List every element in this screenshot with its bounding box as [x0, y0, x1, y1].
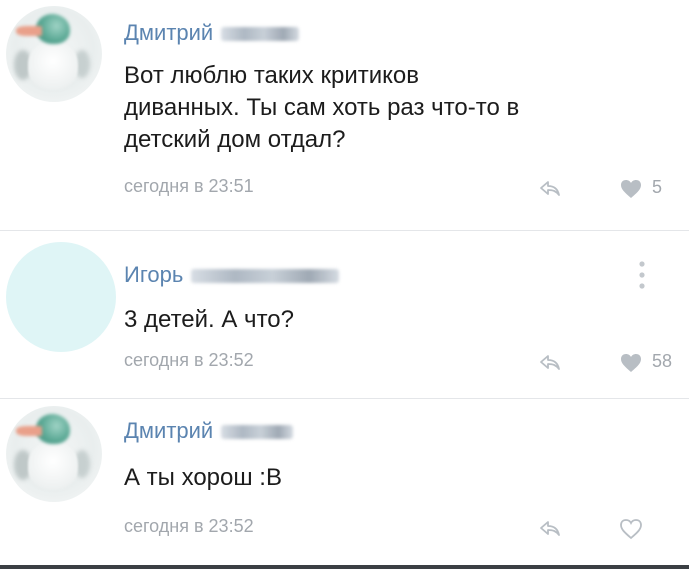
comment-author[interactable]: Дмитрий [124, 20, 300, 46]
comment-text: А ты хорош :В [124, 462, 282, 494]
comment-text-line: детский дом отдал? [124, 126, 346, 153]
comment-divider [0, 230, 689, 231]
bottom-bar [0, 565, 689, 569]
reply-arrow-icon[interactable] [538, 180, 562, 198]
more-vertical-icon[interactable] [638, 260, 646, 290]
like-count: 5 [652, 177, 663, 197]
avatar[interactable] [6, 406, 102, 502]
redacted-surname [221, 27, 300, 42]
comment-timestamp: сегодня в 23:52 [124, 516, 254, 536]
comment-timestamp: сегодня в 23:52 [124, 350, 254, 370]
comment-divider [0, 398, 689, 399]
redacted-surname [221, 425, 294, 440]
comment-text-line: 3 детей. А что? [124, 306, 294, 333]
comment-author[interactable]: Дмитрий [124, 418, 294, 444]
avatar[interactable] [6, 6, 102, 102]
author-name[interactable]: Дмитрий [124, 418, 213, 443]
comment-item: Дмитрий А ты хорош :В сегодня в 23:52 [0, 400, 689, 565]
comment-text-line: диванных. Ты сам хоть раз что-то в [124, 94, 520, 121]
reply-arrow-icon[interactable] [538, 354, 562, 372]
comment-item: Игорь 3 детей. А что? сегодня в 23:52 58 [0, 232, 689, 392]
heart-icon[interactable] [619, 178, 643, 200]
comment-item: Дмитрий Вот люблю таких критиков диванны… [0, 0, 689, 230]
comment-timestamp: сегодня в 23:51 [124, 176, 254, 196]
comment-text: 3 детей. А что? [124, 304, 294, 336]
author-name[interactable]: Дмитрий [124, 20, 213, 45]
comment-author[interactable]: Игорь [124, 262, 340, 288]
comment-text-line: А ты хорош :В [124, 464, 282, 491]
like-count: 58 [652, 351, 673, 371]
author-name[interactable]: Игорь [124, 262, 183, 287]
heart-icon[interactable] [619, 352, 643, 374]
avatar[interactable] [6, 242, 116, 352]
reply-arrow-icon[interactable] [538, 520, 562, 538]
comment-text: Вот люблю таких критиков диванных. Ты са… [124, 60, 519, 156]
heart-outline-icon[interactable] [619, 518, 643, 540]
redacted-surname [191, 269, 340, 284]
comment-text-line: Вот люблю таких критиков [124, 62, 419, 89]
